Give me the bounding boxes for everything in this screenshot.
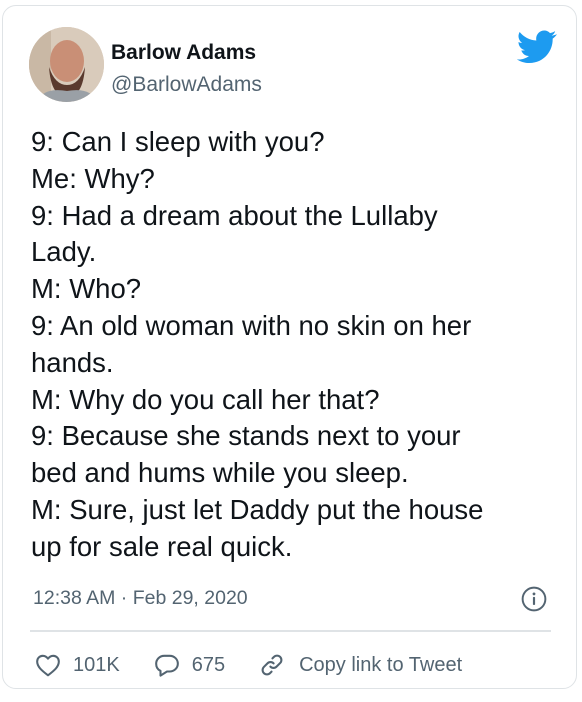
tweet-line: up for sale real quick. — [31, 530, 293, 562]
tweet-line: 9: Can I sleep with you? — [31, 126, 325, 157]
copy-link-button[interactable]: Copy link to Tweet — [259, 652, 462, 678]
tweet-card[interactable]: Barlow Adams @BarlowAdams 9: Can I sleep… — [2, 5, 577, 689]
tweet-text: 9: Can I sleep with you? Me: Why? 9: Had… — [31, 124, 561, 566]
speech-bubble-icon — [154, 654, 179, 677]
tweet-line: 9: Because she stands next to your — [31, 420, 461, 452]
copy-link-label: Copy link to Tweet — [299, 653, 463, 676]
reply-count: 675 — [191, 653, 226, 676]
avatar[interactable] — [29, 27, 104, 102]
link-icon — [261, 654, 283, 676]
tweet-line: M: Who? — [31, 273, 142, 305]
divider — [30, 630, 551, 632]
like-button[interactable]: 101K — [35, 653, 120, 677]
action-bar: 101K 675 Copy link to Tweet — [35, 651, 496, 679]
tweet-line: 9: Had a dream about the Lullaby — [31, 199, 438, 231]
author-name[interactable]: Barlow Adams — [111, 41, 256, 65]
heart-icon — [36, 654, 60, 677]
info-icon[interactable] — [521, 586, 547, 612]
reply-button[interactable]: 675 — [154, 653, 225, 677]
tweet-line: 9: An old woman with no skin on her — [31, 309, 472, 341]
tweet-line: hands. — [31, 346, 114, 378]
tweet-timestamp[interactable]: 12:38 AM · Feb 29, 2020 — [33, 587, 248, 610]
tweet-line: M: Why do you call her that? — [31, 383, 380, 415]
tweet-line: Me: Why? — [31, 162, 155, 194]
tweet-line: Lady. — [31, 236, 97, 268]
tweet-line: bed and hums while you sleep. — [31, 457, 409, 489]
twitter-bird-icon[interactable] — [517, 30, 557, 64]
like-count: 101K — [73, 653, 120, 676]
author-handle[interactable]: @BarlowAdams — [111, 73, 262, 97]
tweet-line: M: Sure, just let Daddy put the house — [31, 493, 484, 525]
